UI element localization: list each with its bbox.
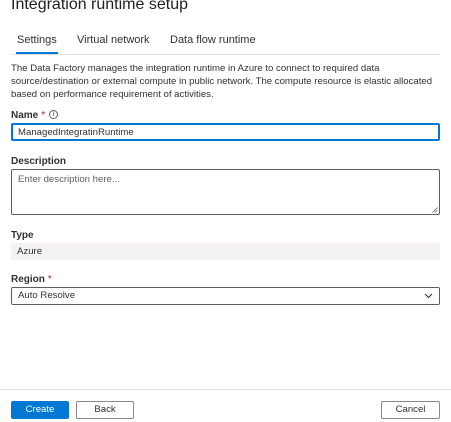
name-label: Name * i: [11, 109, 59, 122]
footer-divider: [0, 389, 451, 390]
tab-settings[interactable]: Settings: [16, 33, 58, 54]
name-input[interactable]: [11, 123, 440, 141]
panel-title: Integration runtime setup: [11, 0, 188, 13]
description-textarea[interactable]: [11, 169, 440, 215]
type-label: Type: [11, 230, 34, 241]
resize-grip-icon[interactable]: [432, 207, 438, 213]
required-marker: *: [47, 274, 52, 285]
create-button[interactable]: Create: [11, 401, 69, 419]
back-button[interactable]: Back: [76, 401, 134, 419]
setup-description-text: The Data Factory manages the integration…: [11, 63, 433, 100]
region-dropdown[interactable]: Auto Resolve: [11, 287, 440, 305]
info-icon[interactable]: i: [49, 110, 59, 119]
required-marker: *: [41, 110, 46, 121]
name-label-text: Name: [11, 110, 39, 121]
tab-bar: Settings Virtual network Data flow runti…: [11, 33, 440, 55]
cancel-button[interactable]: Cancel: [381, 401, 440, 419]
tab-virtual-network[interactable]: Virtual network: [77, 33, 150, 47]
region-label: Region *: [11, 273, 52, 286]
description-label: Description: [11, 156, 67, 167]
region-selected-value: Auto Resolve: [18, 290, 76, 301]
type-value-field: Azure: [11, 243, 440, 260]
chevron-down-icon: [424, 293, 433, 299]
tab-data-flow-runtime[interactable]: Data flow runtime: [170, 33, 256, 47]
type-value: Azure: [17, 246, 43, 257]
region-label-text: Region: [11, 274, 45, 285]
